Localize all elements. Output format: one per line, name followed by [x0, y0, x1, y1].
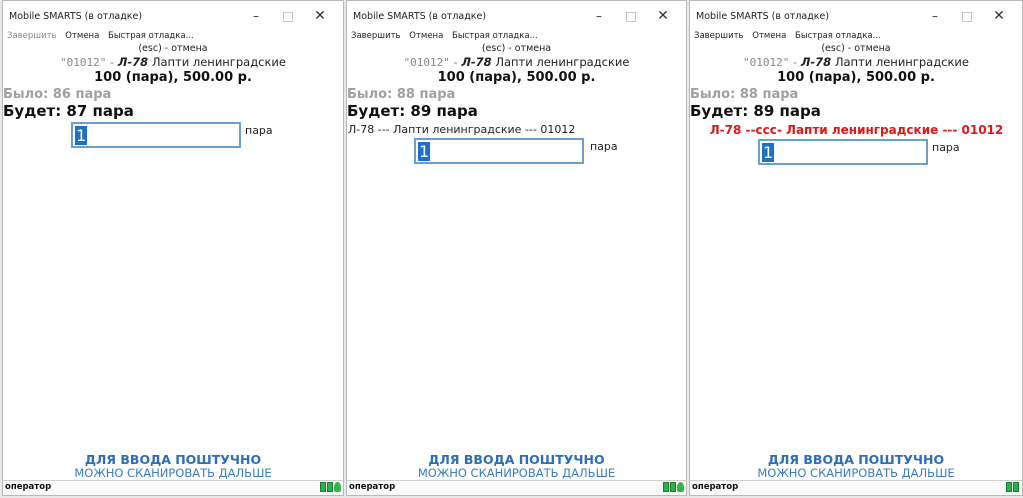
status-bar: оператор [3, 480, 343, 495]
menu-quick-debug[interactable]: Быстрая отладка... [452, 31, 538, 41]
hint-line-1: ДЛЯ ВВОДА ПОШТУЧНО [767, 452, 945, 467]
product-line: "01012" - Л-78 Лапти ленинградские [60, 55, 286, 69]
hint-line-2: МОЖНО СКАНИРОВАТЬ ДАЛЬШЕ [417, 466, 616, 480]
menu-finish[interactable]: Завершить [351, 31, 401, 41]
battery-icon [327, 482, 333, 492]
status-icons [1006, 482, 1020, 493]
product-price: 100 (пара), 500.00 р. [777, 70, 935, 85]
will-quantity: Будет: 89 пара [690, 102, 821, 120]
quantity-value: 1 [762, 143, 775, 162]
menu-cancel[interactable]: Отмена [752, 31, 786, 41]
product-article: Л-78 [117, 55, 149, 69]
quantity-input[interactable]: 1 [758, 139, 928, 165]
title-bar: Mobile SMARTS (в отладке) – ✕ [690, 1, 1022, 31]
hint-line-2: МОЖНО СКАНИРОВАТЬ ДАЛЬШЕ [757, 466, 955, 480]
menu-cancel[interactable]: Отмена [65, 31, 99, 41]
hint-line-1: ДЛЯ ВВОДА ПОШТУЧНО [84, 452, 262, 467]
close-icon[interactable]: ✕ [305, 5, 335, 27]
maximize-icon[interactable] [952, 5, 982, 27]
window-title: Mobile SMARTS (в отладке) [9, 11, 143, 22]
quantity-row: 1 пара [690, 139, 1022, 169]
operator-label: оператор [349, 482, 396, 492]
was-quantity: Было: 88 пара [347, 87, 456, 102]
title-bar: Mobile SMARTS (в отладке) – ✕ [3, 1, 343, 31]
quantity-unit: пара [245, 124, 273, 137]
app-window-2: Mobile SMARTS (в отладке) – ✕ Завершить … [346, 0, 687, 496]
esc-hint: (esc) - отмена [481, 43, 552, 54]
window-title: Mobile SMARTS (в отладке) [353, 11, 487, 22]
minimize-icon[interactable]: – [584, 5, 614, 27]
maximize-icon[interactable] [616, 5, 646, 27]
quantity-row: 1 пара [347, 138, 686, 168]
app-window-1: Mobile SMARTS (в отладке) – ✕ Завершить … [2, 0, 344, 496]
status-bar: оператор [347, 480, 686, 495]
esc-hint: (esc) - отмена [138, 43, 208, 54]
quantity-input[interactable]: 1 [414, 138, 584, 164]
item-description: Л-78 --- Лапти ленинградские --- 01012 [348, 123, 576, 136]
item-description: Л-78 --ссс- Лапти ленинградские --- 0101… [709, 123, 1004, 137]
was-quantity: Было: 86 пара [3, 87, 112, 102]
quantity-row: 1 пара [3, 122, 343, 152]
quantity-unit: пара [590, 140, 618, 153]
battery-icon [1013, 482, 1019, 492]
signal-icon [334, 482, 341, 492]
battery-icon [663, 482, 669, 492]
product-name: Лапти ленинградские [834, 55, 969, 69]
status-bar: оператор [690, 480, 1022, 495]
app-window-3: Mobile SMARTS (в отладке) – ✕ Завершить … [689, 0, 1023, 496]
status-icons [320, 482, 341, 493]
operator-label: оператор [5, 482, 52, 492]
product-article: Л-78 [461, 55, 492, 69]
quantity-unit: пара [932, 141, 960, 154]
quantity-value: 1 [418, 142, 431, 161]
menu-finish[interactable]: Завершить [7, 31, 57, 41]
menu-cancel[interactable]: Отмена [409, 31, 443, 41]
will-quantity: Будет: 87 пара [3, 102, 134, 120]
product-price: 100 (пара), 500.00 р. [437, 70, 596, 85]
maximize-icon[interactable] [273, 5, 303, 27]
product-code: "01012" [60, 56, 107, 69]
product-line: "01012" - Л-78 Лапти ленинградские [743, 55, 969, 69]
battery-icon [320, 482, 326, 492]
battery-icon [670, 482, 676, 492]
signal-icon [677, 482, 684, 492]
product-code: "01012" [743, 56, 790, 69]
product-name: Лапти ленинградские [151, 55, 286, 69]
was-quantity: Было: 88 пара [690, 87, 799, 102]
esc-hint: (esc) - отмена [821, 43, 891, 54]
minimize-icon[interactable]: – [241, 5, 271, 27]
window-title: Mobile SMARTS (в отладке) [696, 11, 830, 22]
menu-finish[interactable]: Завершить [694, 31, 744, 41]
menu-quick-debug[interactable]: Быстрая отладка... [795, 31, 881, 41]
title-bar: Mobile SMARTS (в отладке) – ✕ [347, 1, 686, 31]
close-icon[interactable]: ✕ [984, 5, 1014, 27]
product-article: Л-78 [800, 55, 832, 69]
status-icons [663, 482, 684, 493]
operator-label: оператор [692, 482, 739, 492]
will-quantity: Будет: 89 пара [347, 102, 478, 120]
product-code: "01012" [403, 56, 450, 69]
quantity-input[interactable]: 1 [71, 122, 241, 148]
menu-quick-debug[interactable]: Быстрая отладка... [108, 31, 194, 41]
hint-line-1: ДЛЯ ВВОДА ПОШТУЧНО [428, 452, 605, 467]
product-price: 100 (пара), 500.00 р. [94, 70, 252, 85]
quantity-value: 1 [75, 126, 88, 145]
product-name: Лапти ленинградские [495, 55, 630, 69]
minimize-icon[interactable]: – [920, 5, 950, 27]
product-line: "01012" - Л-78 Лапти ленинградские [403, 55, 630, 69]
battery-icon [1006, 482, 1012, 492]
close-icon[interactable]: ✕ [648, 5, 678, 27]
hint-line-2: МОЖНО СКАНИРОВАТЬ ДАЛЬШЕ [74, 466, 272, 480]
